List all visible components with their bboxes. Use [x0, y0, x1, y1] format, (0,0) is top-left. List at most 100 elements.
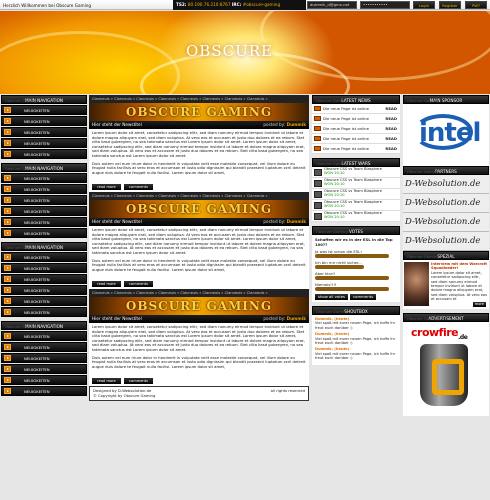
nav-item[interactable]: NEUIGKEITEN [1, 195, 87, 205]
show-all-votes-button[interactable]: show all votes [315, 294, 349, 300]
header-watermark: Obscure Gaming [5, 324, 37, 329]
read-more-button[interactable]: read more [92, 281, 121, 287]
irc-label: IRC: [231, 2, 242, 7]
poll-option[interactable]: Aber klar!! [315, 271, 397, 280]
nav-item[interactable]: NEUIGKEITEN [1, 263, 87, 273]
more-button[interactable]: more [472, 302, 486, 307]
poll-option-label: Niemals!!!! [315, 282, 337, 287]
nav-item[interactable]: NEUIGKEITEN [1, 364, 87, 374]
breadcrumb[interactable]: Clanneuis » Clanneuis » Clanneuis » Clan… [89, 289, 309, 297]
news-link[interactable]: Die neue Page ist online READ [312, 104, 400, 114]
news-title[interactable]: Hier steht der Newstitel [92, 122, 142, 127]
partner-banner[interactable]: D-Websolution.de [403, 232, 489, 251]
lost-password-button[interactable]: PW? [465, 1, 487, 9]
war-entry[interactable]: Obscure CSS vs Team Blasphere WON 20:10 [312, 178, 400, 189]
poll-option[interactable]: Ja was ist schon die ESL! [315, 249, 397, 258]
partner-banner[interactable]: D-Websolution.de [403, 194, 489, 213]
partner-banner[interactable]: D-Websolution.de [403, 175, 489, 194]
news-link[interactable]: Die neue Page ist online READ [312, 144, 400, 154]
nav-item[interactable]: NEUIGKEITEN [1, 149, 87, 159]
username-field[interactable]: dummik_d@gmx.net [307, 1, 357, 9]
news-image: OBSCURE GAMING [89, 200, 309, 218]
nav-block: Obscure Gaming MAIN NAVIGATION NEUIGKEITE… [1, 163, 87, 238]
header-watermark: Obscure Gaming [5, 98, 37, 103]
nav-item-label: NEUIGKEITEN [24, 230, 50, 236]
nav-item[interactable]: NEUIGKEITEN [1, 206, 87, 216]
nav-block: Obscure Gaming MAIN NAVIGATION NEUIGKEITE… [1, 242, 87, 317]
breadcrumb[interactable]: Clanneuis » Clanneuis » Clanneuis » Clan… [89, 95, 309, 103]
poll-question: Schaffen wir es in der ESL in die Top 10… [315, 237, 393, 247]
ad-graphic [420, 344, 468, 406]
nav-item-label: NEUIGKEITEN [24, 366, 50, 372]
arrow-icon [4, 186, 11, 192]
spezial-headline[interactable]: Interview mit dem Warcraft Squadleader! [431, 262, 487, 270]
war-entry[interactable]: Obscure CSS vs Team Blasphere WON 20:10 [312, 167, 400, 178]
nav-item[interactable]: NEUIGKEITEN [1, 296, 87, 306]
comments-button[interactable]: comments [124, 184, 153, 190]
war-entry[interactable]: Obscure CSS vs Team Blasphere WON 20:10 [312, 189, 400, 200]
ad-brand-b: fire [438, 326, 459, 339]
flag-icon [314, 146, 321, 151]
news-link-text: Die neue Page ist online [323, 126, 369, 131]
nav-item[interactable]: NEUIGKEITEN [1, 217, 87, 227]
header-watermark: Obscure Gaming [5, 245, 37, 250]
nav-item[interactable]: NEUIGKEITEN [1, 184, 87, 194]
page-footer: Designed by D-Websolution.de © Copyright… [89, 386, 309, 401]
latest-news-header: Obscure Gaming LATEST NEWS [312, 95, 400, 104]
arrow-icon [4, 309, 11, 315]
war-entry[interactable]: Obscure CSS vs Team Blasphere WON 20:10 [312, 200, 400, 211]
author-link[interactable]: Dummik [287, 122, 306, 127]
news-title[interactable]: Hier steht der Newstitel [92, 316, 142, 321]
nav-item[interactable]: NEUIGKEITEN [1, 386, 87, 396]
nav-block: Obscure Gaming MAIN NAVIGATION NEUIGKEITE… [1, 321, 87, 396]
nav-item[interactable]: NEUIGKEITEN [1, 307, 87, 317]
poll-option[interactable]: Ich bin mir nicht sicher... [315, 260, 397, 269]
nav-item[interactable]: NEUIGKEITEN [1, 331, 87, 341]
news-author: posted by: Dummik [263, 121, 306, 129]
war-result: WON 20:10 [324, 215, 345, 219]
nav-item[interactable]: NEUIGKEITEN [1, 274, 87, 284]
news-title[interactable]: Hier steht der Newstitel [92, 219, 142, 224]
login-button[interactable]: Login [413, 1, 435, 9]
password-field[interactable]: ••••••••••• [360, 1, 410, 9]
main-content: Clanneuis » Clanneuis » Clanneuis » Clan… [89, 95, 309, 401]
read-more-button[interactable]: read more [92, 378, 121, 384]
nav-item-label: NEUIGKEITEN [24, 219, 50, 225]
nav-item[interactable]: NEUIGKEITEN [1, 138, 87, 148]
nav-item[interactable]: NEUIGKEITEN [1, 342, 87, 352]
nav-block-header: Obscure Gaming MAIN NAVIGATION [1, 163, 87, 172]
comments-button[interactable]: comments [124, 281, 153, 287]
news-link[interactable]: Die neue Page ist online READ [312, 114, 400, 124]
arrow-icon [4, 377, 11, 383]
nav-item[interactable]: NEUIGKEITEN [1, 105, 87, 115]
comments-button[interactable]: comments [124, 378, 153, 384]
flag-icon [314, 116, 321, 121]
nav-item[interactable]: NEUIGKEITEN [1, 252, 87, 262]
register-button[interactable]: Register [439, 1, 461, 9]
crowfire-ad[interactable]: crowfire.de [403, 322, 489, 416]
partner-banner[interactable]: D-Websolution.de [403, 213, 489, 232]
right-sidebar-2: Obscure Gaming MAIN SPONSOR intel Obscure… [403, 95, 489, 416]
nav-item[interactable]: NEUIGKEITEN [1, 127, 87, 137]
war-entry[interactable]: Obscure CSS vs Team Blasphere WON 20:10 [312, 211, 400, 222]
poll-option[interactable]: Niemals!!!! [315, 282, 397, 291]
poll-comments-button[interactable]: comments [350, 294, 377, 300]
nav-item-label: NEUIGKEITEN [24, 175, 50, 181]
nav-item[interactable]: NEUIGKEITEN [1, 285, 87, 295]
sponsor-logo-text: intel [419, 118, 481, 148]
read-more-button[interactable]: read more [92, 184, 121, 190]
author-link[interactable]: Dummik [287, 316, 306, 321]
news-link[interactable]: Die neue Page ist online READ [312, 124, 400, 134]
arrow-icon [4, 107, 11, 113]
nav-item[interactable]: NEUIGKEITEN [1, 173, 87, 183]
nav-item[interactable]: NEUIGKEITEN [1, 353, 87, 363]
nav-item[interactable]: NEUIGKEITEN [1, 228, 87, 238]
breadcrumb[interactable]: Clanneuis » Clanneuis » Clanneuis » Clan… [89, 192, 309, 200]
nav-item[interactable]: NEUIGKEITEN [1, 375, 87, 385]
author-link[interactable]: Dummik [287, 219, 306, 224]
intel-logo[interactable]: intel [403, 104, 489, 166]
site-logo[interactable]: OBSCURE [186, 42, 273, 60]
advert-box: Obscure Gaming ADVERTISEMENT crowfire.de [403, 313, 489, 416]
nav-item[interactable]: NEUIGKEITEN [1, 116, 87, 126]
news-link[interactable]: Die neue Page ist online READ [312, 134, 400, 144]
